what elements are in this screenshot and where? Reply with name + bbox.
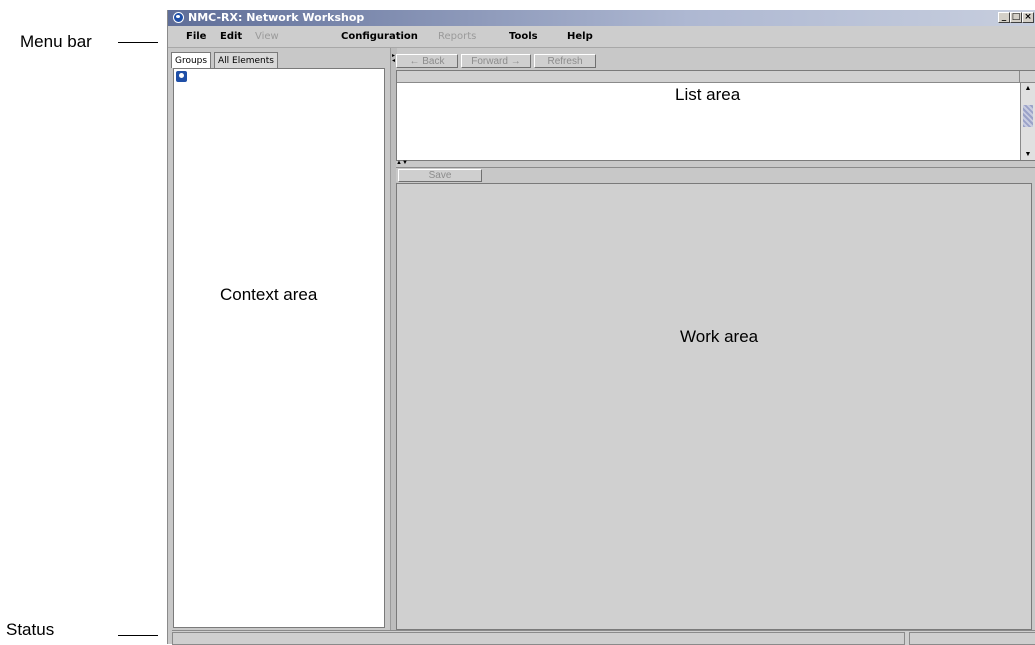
scroll-down-icon[interactable]: ▼ <box>1021 149 1035 160</box>
list-header-cell[interactable] <box>397 71 1020 82</box>
forward-button[interactable]: Forward → <box>461 54 531 68</box>
status-callout: Status <box>6 620 55 639</box>
list-header <box>397 71 1035 83</box>
menu-bar-callout: Menu bar <box>20 32 92 51</box>
list-area[interactable]: List area ▲ ▼ <box>396 70 1035 161</box>
save-button[interactable]: Save <box>398 169 482 182</box>
menu-reports[interactable]: Reports <box>438 31 476 42</box>
context-area-label: Context area <box>220 285 318 304</box>
menu-configuration[interactable]: Configuration <box>341 31 418 42</box>
tab-all-elements[interactable]: All Elements <box>214 52 278 68</box>
refresh-button[interactable]: Refresh <box>534 54 596 68</box>
list-scrollbar[interactable]: ▲ ▼ <box>1020 83 1035 160</box>
navigation-toolbar: ← Back Forward → Refresh <box>396 54 1035 70</box>
maximize-button[interactable]: □ <box>1010 12 1022 23</box>
tab-groups[interactable]: Groups <box>171 52 212 68</box>
globe-icon <box>173 12 184 23</box>
context-panel: Groups All Elements Context area <box>168 48 389 630</box>
scroll-up-icon[interactable]: ▲ <box>1021 83 1035 94</box>
list-area-label: List area <box>675 85 741 104</box>
menu-bar: File Edit View Configuration Reports Too… <box>168 26 1035 48</box>
status-bar <box>172 630 1035 645</box>
status-indicator <box>909 632 1035 645</box>
work-toolbar: Save <box>396 167 1035 182</box>
work-area-label: Work area <box>680 327 759 346</box>
split-handle-grip-icon: ▸ ◂ <box>392 53 396 64</box>
resize-arrows-icon: ▲▼ <box>396 160 408 166</box>
menu-view[interactable]: View <box>255 31 279 42</box>
status-callout-line <box>118 635 158 636</box>
context-tree[interactable]: Context area <box>173 68 385 628</box>
window-title: NMC-RX: Network Workshop <box>188 11 365 24</box>
minimize-button[interactable]: _ <box>998 12 1010 23</box>
menu-tools[interactable]: Tools <box>509 31 538 42</box>
window-controls: _ □ × <box>998 12 1034 23</box>
menu-bar-callout-line <box>118 42 158 43</box>
status-message <box>172 632 905 645</box>
back-button[interactable]: ← Back <box>396 54 458 68</box>
close-button[interactable]: × <box>1022 12 1034 23</box>
scroll-thumb[interactable] <box>1023 105 1033 127</box>
network-root-icon[interactable] <box>176 71 187 82</box>
menu-file[interactable]: File <box>186 31 206 42</box>
menu-edit[interactable]: Edit <box>220 31 242 42</box>
app-window: NMC-RX: Network Workshop _ □ × File Edit… <box>167 10 1035 645</box>
work-area[interactable]: Work area <box>396 183 1032 630</box>
title-bar[interactable]: NMC-RX: Network Workshop _ □ × <box>168 10 1035 26</box>
menu-help[interactable]: Help <box>567 31 593 42</box>
